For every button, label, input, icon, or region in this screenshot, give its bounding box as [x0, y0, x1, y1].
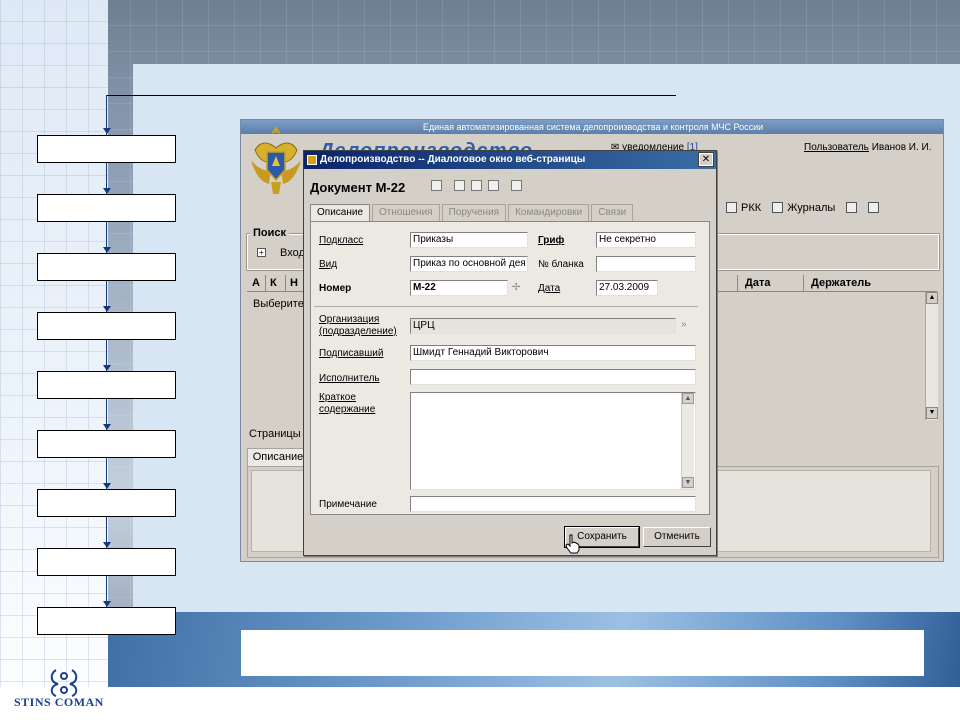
- signer-field[interactable]: Шмидт Геннадий Викторович: [410, 345, 696, 361]
- executor-field[interactable]: [410, 369, 696, 385]
- organization-label-line-1: Организация: [319, 314, 380, 325]
- kind-field[interactable]: Приказ по основной дея: [410, 256, 528, 272]
- tab-business-trips[interactable]: Командировки: [508, 204, 590, 221]
- plus-icon[interactable]: ✢: [512, 282, 520, 293]
- journals-label: Журналы: [787, 202, 836, 214]
- journals-button[interactable]: Журналы: [772, 202, 839, 214]
- date-field[interactable]: 27.03.2009: [596, 280, 658, 296]
- expander-label: Вход: [280, 247, 305, 259]
- expand-icon[interactable]: +: [257, 248, 266, 257]
- printer-icon: [772, 202, 784, 213]
- search-label: Поиск: [250, 227, 290, 239]
- app-toolbar: РКК Журналы: [726, 202, 887, 214]
- flow-step-3: [37, 253, 176, 281]
- subclass-field[interactable]: Приказы: [410, 232, 528, 248]
- scroll-down-icon[interactable]: ▼: [926, 407, 938, 419]
- flow-step-5: [37, 371, 176, 399]
- document-title: Документ М-22: [310, 180, 406, 195]
- double-chevron-right-icon[interactable]: »: [681, 319, 687, 330]
- tab-description[interactable]: Описание: [310, 204, 371, 221]
- form-number-field[interactable]: [596, 256, 696, 272]
- tab-description[interactable]: Описание: [247, 448, 309, 466]
- note-field[interactable]: [410, 496, 696, 512]
- grid-divider: [285, 275, 286, 292]
- rkk-button[interactable]: РКК: [726, 202, 765, 214]
- signer-label[interactable]: Подписавший: [319, 348, 383, 360]
- hand-cursor-icon: [565, 534, 580, 554]
- dialog-title: Делопроизводство -- Диалоговое окно веб-…: [304, 151, 716, 169]
- flow-arrow: [103, 128, 111, 134]
- flow-step-4: [37, 312, 176, 340]
- grid-column-header[interactable]: К: [270, 277, 277, 289]
- flow-step-9: [37, 607, 176, 635]
- grid-divider: [265, 275, 266, 292]
- document-dialog: Делопроизводство -- Диалоговое окно веб-…: [303, 150, 717, 556]
- note-label: Примечание: [319, 499, 377, 510]
- dialog-tabs: Описание Отношения Поручения Командировки Св…: [310, 204, 635, 221]
- user-name: Иванов И. И.: [871, 142, 932, 153]
- chart-icon: [868, 202, 880, 213]
- summary-label[interactable]: Краткое содержание: [319, 392, 375, 416]
- flow-step-2: [37, 194, 176, 222]
- company-logo-text: STINS COMAN: [14, 695, 104, 709]
- summary-label-line-2: содержание: [319, 404, 376, 415]
- tab-links[interactable]: Связи: [591, 204, 634, 221]
- print-button[interactable]: [846, 202, 861, 214]
- grid-column-header[interactable]: Держатель: [811, 277, 871, 289]
- grid-column-header[interactable]: Дата: [745, 277, 770, 289]
- subclass-label[interactable]: Подкласс: [319, 235, 363, 247]
- grid-divider: [737, 275, 738, 292]
- pages-label: Страницы: [249, 428, 301, 440]
- number-label: Номер: [319, 283, 352, 294]
- settings-icon[interactable]: [511, 179, 523, 191]
- printer-icon: [846, 202, 858, 213]
- grid-column-header[interactable]: А: [252, 277, 260, 289]
- user-info: Пользователь Иванов И. И.: [804, 142, 932, 153]
- grif-label[interactable]: Гриф: [538, 235, 564, 247]
- flow-step-6: [37, 430, 176, 458]
- close-button[interactable]: ✕: [698, 152, 714, 167]
- scroll-down-icon[interactable]: ▼: [682, 477, 694, 488]
- report-button[interactable]: [868, 202, 883, 214]
- executor-label[interactable]: Исполнитель: [319, 373, 380, 385]
- kind-label[interactable]: Вид: [319, 259, 337, 271]
- summary-scrollbar[interactable]: ▲ ▼: [681, 393, 694, 489]
- grid-column-header[interactable]: Н: [290, 277, 298, 289]
- grid-hint: Выберите: [253, 298, 304, 310]
- grif-field[interactable]: Не секретно: [596, 232, 696, 248]
- printer-icon: [726, 202, 737, 213]
- flow-step-1: [37, 135, 176, 163]
- organization-field[interactable]: ЦРЦ: [410, 318, 676, 334]
- grid-scrollbar[interactable]: ▲ ▼: [925, 292, 938, 420]
- caption-box: [241, 630, 924, 676]
- window-icon: [307, 155, 317, 165]
- summary-textarea[interactable]: [410, 392, 696, 490]
- system-title: Единая автоматизированная система делопр…: [241, 120, 943, 134]
- dialog-toolbar: [431, 179, 525, 191]
- emchs-emblem-icon: [251, 126, 301, 194]
- organization-label[interactable]: Организация (подразделение): [319, 314, 397, 338]
- document-icon[interactable]: [488, 179, 500, 191]
- summary-label-line-1: Краткое: [319, 392, 356, 403]
- cancel-button[interactable]: Отменить: [643, 527, 711, 547]
- slide-footer: [0, 687, 960, 720]
- scroll-up-icon[interactable]: ▲: [682, 393, 694, 404]
- edit-icon[interactable]: [471, 179, 483, 191]
- user-label[interactable]: Пользователь: [804, 142, 869, 153]
- folder-icon[interactable]: [454, 179, 466, 191]
- scroll-up-icon[interactable]: ▲: [926, 292, 938, 304]
- rkk-label: РКК: [741, 202, 762, 214]
- slide-header-rule: [106, 95, 676, 96]
- form-number-label: № бланка: [538, 259, 584, 270]
- number-field[interactable]: М-22: [410, 280, 508, 296]
- organization-label-line-2: (подразделение): [319, 326, 397, 337]
- grid-divider: [803, 275, 804, 292]
- divider: [314, 306, 698, 307]
- print-icon[interactable]: [431, 179, 442, 191]
- flow-step-8: [37, 548, 176, 576]
- tab-assignments[interactable]: Поручения: [441, 204, 507, 221]
- flow-step-7: [37, 489, 176, 517]
- tab-relations[interactable]: Отношения: [372, 204, 440, 221]
- date-label[interactable]: Дата: [538, 283, 560, 295]
